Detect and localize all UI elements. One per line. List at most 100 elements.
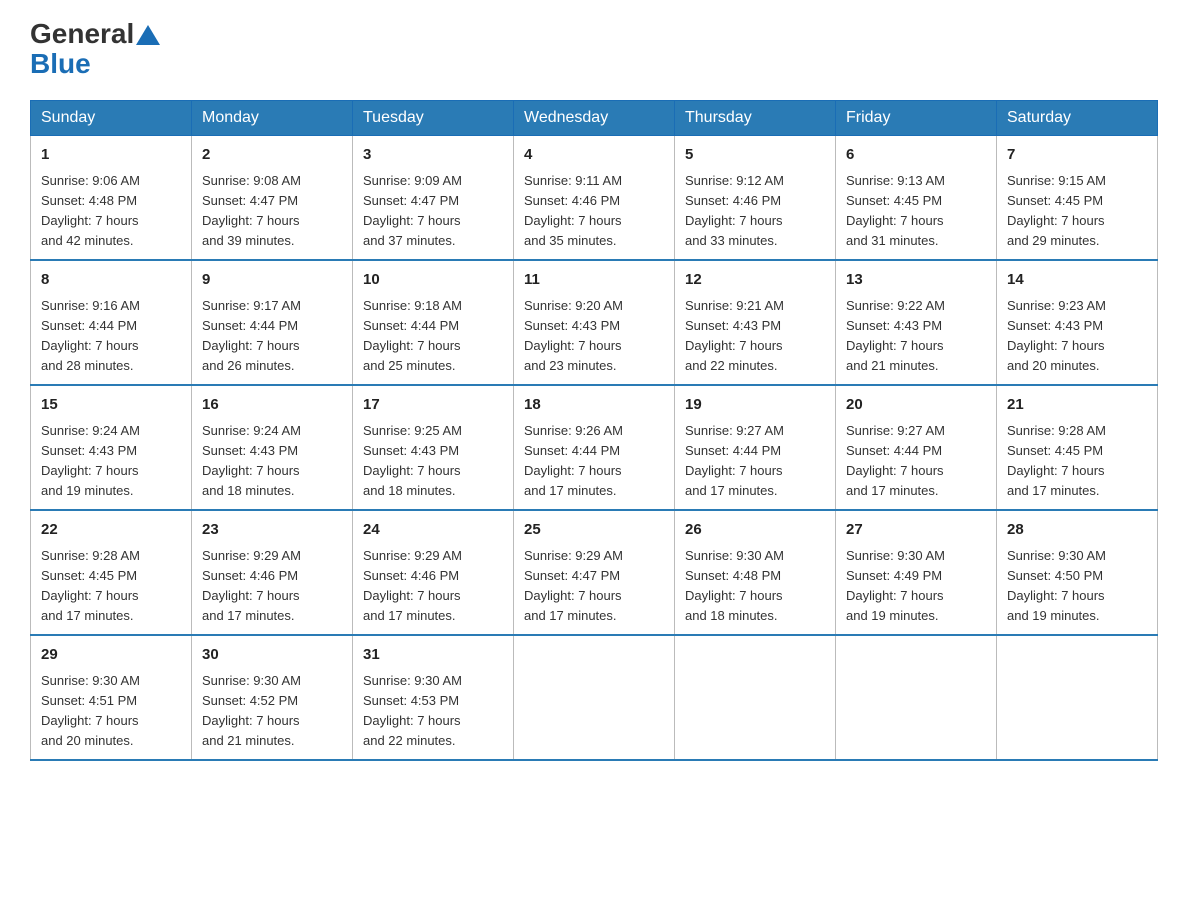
day-number: 10: [363, 269, 503, 292]
day-info: Sunrise: 9:13 AMSunset: 4:45 PMDaylight:…: [846, 171, 986, 252]
day-number: 6: [846, 144, 986, 167]
calendar-day-cell: 7 Sunrise: 9:15 AMSunset: 4:45 PMDaylight…: [997, 136, 1158, 261]
calendar-day-cell: 13 Sunrise: 9:22 AMSunset: 4:43 PMDayligh…: [836, 260, 997, 385]
day-info: Sunrise: 9:29 AMSunset: 4:46 PMDaylight:…: [202, 546, 342, 627]
calendar-day-cell: 17 Sunrise: 9:25 AMSunset: 4:43 PMDayligh…: [353, 385, 514, 510]
calendar-day-cell: 29 Sunrise: 9:30 AMSunset: 4:51 PMDayligh…: [31, 635, 192, 760]
column-header-friday: Friday: [836, 101, 997, 136]
day-info: Sunrise: 9:24 AMSunset: 4:43 PMDaylight:…: [202, 421, 342, 502]
calendar-day-cell: 3 Sunrise: 9:09 AMSunset: 4:47 PMDaylight…: [353, 136, 514, 261]
logo-blue-text: Blue: [30, 48, 91, 80]
day-number: 22: [41, 519, 181, 542]
day-info: Sunrise: 9:30 AMSunset: 4:51 PMDaylight:…: [41, 671, 181, 752]
calendar-day-cell: 11 Sunrise: 9:20 AMSunset: 4:43 PMDayligh…: [514, 260, 675, 385]
empty-day-cell: [514, 635, 675, 760]
day-number: 12: [685, 269, 825, 292]
calendar-week-row: 1Sunrise: 9:06 AMSunset: 4:48 PMDaylight…: [31, 136, 1158, 261]
day-number: 7: [1007, 144, 1147, 167]
calendar-day-cell: 27 Sunrise: 9:30 AMSunset: 4:49 PMDayligh…: [836, 510, 997, 635]
day-info: Sunrise: 9:28 AMSunset: 4:45 PMDaylight:…: [1007, 421, 1147, 502]
empty-day-cell: [997, 635, 1158, 760]
day-info: Sunrise: 9:11 AMSunset: 4:46 PMDaylight:…: [524, 171, 664, 252]
day-info: Sunrise: 9:16 AMSunset: 4:44 PMDaylight:…: [41, 296, 181, 377]
day-info: Sunrise: 9:23 AMSunset: 4:43 PMDaylight:…: [1007, 296, 1147, 377]
day-number: 15: [41, 394, 181, 417]
calendar-day-cell: 15 Sunrise: 9:24 AMSunset: 4:43 PMDayligh…: [31, 385, 192, 510]
column-header-tuesday: Tuesday: [353, 101, 514, 136]
day-number: 14: [1007, 269, 1147, 292]
day-number: 21: [1007, 394, 1147, 417]
calendar-day-cell: 22 Sunrise: 9:28 AMSunset: 4:45 PMDayligh…: [31, 510, 192, 635]
empty-day-cell: [675, 635, 836, 760]
calendar-day-cell: 2Sunrise: 9:08 AMSunset: 4:47 PMDaylight…: [192, 136, 353, 261]
day-number: 9: [202, 269, 342, 292]
day-number: 25: [524, 519, 664, 542]
logo: General Blue: [30, 20, 160, 80]
day-number: 8: [41, 269, 181, 292]
day-number: 23: [202, 519, 342, 542]
day-info: Sunrise: 9:15 AMSunset: 4:45 PMDaylight:…: [1007, 171, 1147, 252]
calendar-week-row: 8 Sunrise: 9:16 AMSunset: 4:44 PMDaylight…: [31, 260, 1158, 385]
calendar-day-cell: 8 Sunrise: 9:16 AMSunset: 4:44 PMDaylight…: [31, 260, 192, 385]
column-header-saturday: Saturday: [997, 101, 1158, 136]
calendar-header-row: SundayMondayTuesdayWednesdayThursdayFrid…: [31, 101, 1158, 136]
day-number: 13: [846, 269, 986, 292]
calendar-day-cell: 5 Sunrise: 9:12 AMSunset: 4:46 PMDaylight…: [675, 136, 836, 261]
day-number: 24: [363, 519, 503, 542]
calendar-day-cell: 16 Sunrise: 9:24 AMSunset: 4:43 PMDayligh…: [192, 385, 353, 510]
column-header-wednesday: Wednesday: [514, 101, 675, 136]
day-info: Sunrise: 9:30 AMSunset: 4:48 PMDaylight:…: [685, 546, 825, 627]
calendar-day-cell: 23 Sunrise: 9:29 AMSunset: 4:46 PMDayligh…: [192, 510, 353, 635]
day-info: Sunrise: 9:30 AMSunset: 4:50 PMDaylight:…: [1007, 546, 1147, 627]
day-number: 16: [202, 394, 342, 417]
day-number: 28: [1007, 519, 1147, 542]
day-info: Sunrise: 9:18 AMSunset: 4:44 PMDaylight:…: [363, 296, 503, 377]
calendar-day-cell: 12Sunrise: 9:21 AMSunset: 4:43 PMDayligh…: [675, 260, 836, 385]
column-header-thursday: Thursday: [675, 101, 836, 136]
page-header: General Blue: [30, 20, 1158, 80]
day-info: Sunrise: 9:17 AMSunset: 4:44 PMDaylight:…: [202, 296, 342, 377]
day-info: Sunrise: 9:24 AMSunset: 4:43 PMDaylight:…: [41, 421, 181, 502]
day-info: Sunrise: 9:12 AMSunset: 4:46 PMDaylight:…: [685, 171, 825, 252]
day-info: Sunrise: 9:09 AMSunset: 4:47 PMDaylight:…: [363, 171, 503, 252]
day-number: 19: [685, 394, 825, 417]
day-number: 3: [363, 144, 503, 167]
day-number: 11: [524, 269, 664, 292]
day-number: 5: [685, 144, 825, 167]
calendar-table: SundayMondayTuesdayWednesdayThursdayFrid…: [30, 100, 1158, 761]
calendar-day-cell: 14 Sunrise: 9:23 AMSunset: 4:43 PMDayligh…: [997, 260, 1158, 385]
calendar-day-cell: 6 Sunrise: 9:13 AMSunset: 4:45 PMDaylight…: [836, 136, 997, 261]
day-info: Sunrise: 9:30 AMSunset: 4:53 PMDaylight:…: [363, 671, 503, 752]
calendar-day-cell: 28 Sunrise: 9:30 AMSunset: 4:50 PMDayligh…: [997, 510, 1158, 635]
day-number: 17: [363, 394, 503, 417]
day-number: 18: [524, 394, 664, 417]
day-info: Sunrise: 9:22 AMSunset: 4:43 PMDaylight:…: [846, 296, 986, 377]
day-number: 4: [524, 144, 664, 167]
calendar-day-cell: 31 Sunrise: 9:30 AMSunset: 4:53 PMDayligh…: [353, 635, 514, 760]
calendar-day-cell: 9 Sunrise: 9:17 AMSunset: 4:44 PMDaylight…: [192, 260, 353, 385]
day-info: Sunrise: 9:25 AMSunset: 4:43 PMDaylight:…: [363, 421, 503, 502]
calendar-day-cell: 25 Sunrise: 9:29 AMSunset: 4:47 PMDayligh…: [514, 510, 675, 635]
day-info: Sunrise: 9:29 AMSunset: 4:47 PMDaylight:…: [524, 546, 664, 627]
day-info: Sunrise: 9:30 AMSunset: 4:52 PMDaylight:…: [202, 671, 342, 752]
calendar-day-cell: 20Sunrise: 9:27 AMSunset: 4:44 PMDayligh…: [836, 385, 997, 510]
calendar-day-cell: 21 Sunrise: 9:28 AMSunset: 4:45 PMDayligh…: [997, 385, 1158, 510]
day-info: Sunrise: 9:20 AMSunset: 4:43 PMDaylight:…: [524, 296, 664, 377]
day-number: 20: [846, 394, 986, 417]
calendar-day-cell: 30 Sunrise: 9:30 AMSunset: 4:52 PMDayligh…: [192, 635, 353, 760]
calendar-day-cell: 10 Sunrise: 9:18 AMSunset: 4:44 PMDayligh…: [353, 260, 514, 385]
day-info: Sunrise: 9:28 AMSunset: 4:45 PMDaylight:…: [41, 546, 181, 627]
day-number: 31: [363, 644, 503, 667]
column-header-monday: Monday: [192, 101, 353, 136]
day-number: 29: [41, 644, 181, 667]
day-number: 1: [41, 144, 181, 167]
calendar-day-cell: 18 Sunrise: 9:26 AMSunset: 4:44 PMDayligh…: [514, 385, 675, 510]
day-info: Sunrise: 9:26 AMSunset: 4:44 PMDaylight:…: [524, 421, 664, 502]
day-number: 27: [846, 519, 986, 542]
day-info: Sunrise: 9:30 AMSunset: 4:49 PMDaylight:…: [846, 546, 986, 627]
calendar-day-cell: 1Sunrise: 9:06 AMSunset: 4:48 PMDaylight…: [31, 136, 192, 261]
day-number: 30: [202, 644, 342, 667]
empty-day-cell: [836, 635, 997, 760]
day-number: 26: [685, 519, 825, 542]
day-info: Sunrise: 9:27 AMSunset: 4:44 PMDaylight:…: [685, 421, 825, 502]
